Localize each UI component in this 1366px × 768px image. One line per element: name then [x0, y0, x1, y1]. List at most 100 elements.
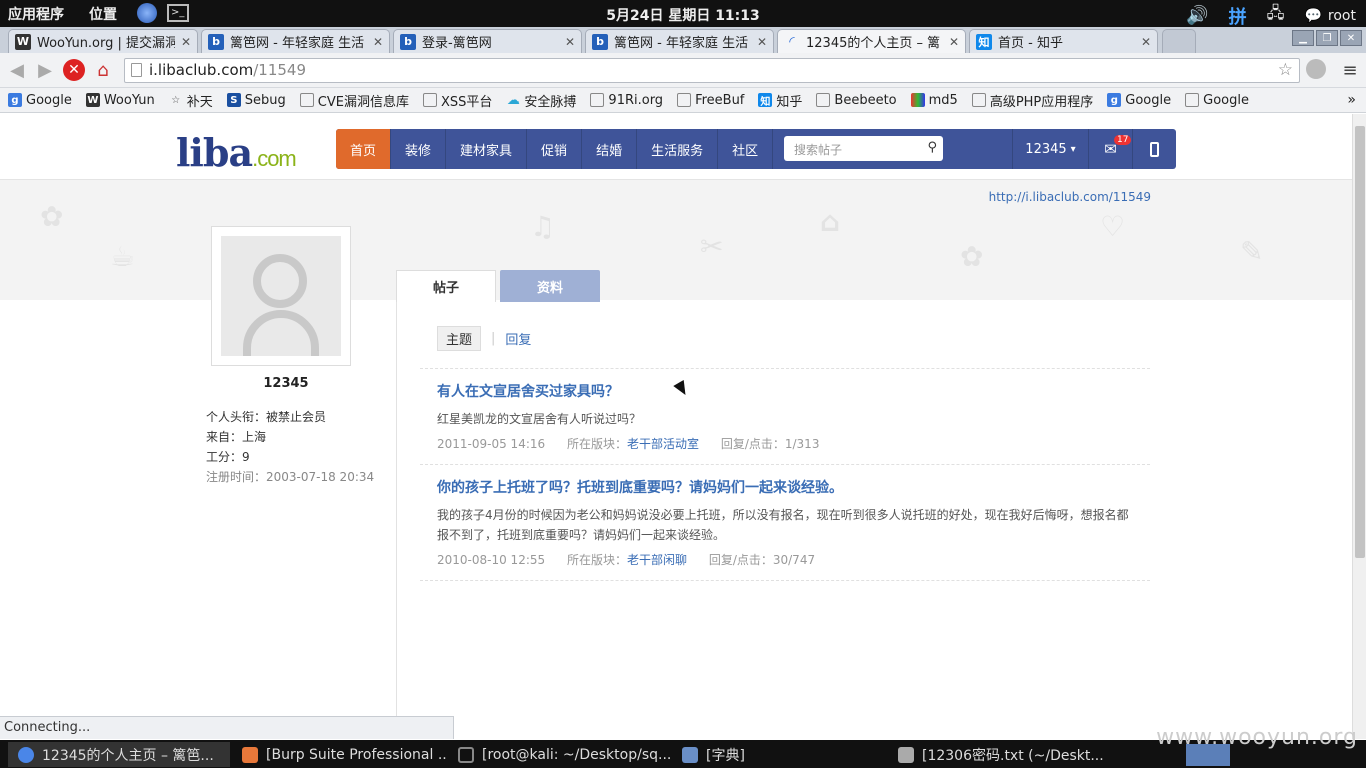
nav-decoration[interactable]: 装修: [391, 129, 447, 169]
web-page: liba.com 首页 装修 建材家具 促销 结婚 生活服务 社区 搜索帖子 ⚲…: [0, 114, 1352, 739]
bookmark-freebuf[interactable]: FreeBuf: [677, 93, 744, 108]
bookmark-beebeeto[interactable]: Beebeeto: [816, 93, 897, 108]
ime-indicator[interactable]: 拼: [1229, 3, 1247, 29]
more-bookmarks-icon[interactable]: »: [1347, 92, 1356, 108]
close-icon[interactable]: ✕: [1141, 35, 1151, 49]
bookmark-secpulse[interactable]: ☁ 安全脉搏: [506, 91, 577, 110]
extension-icon[interactable]: [1306, 59, 1326, 79]
banner-pattern: ☕: [110, 240, 136, 273]
star-icon[interactable]: ☆: [1278, 60, 1293, 80]
liba-icon: b: [400, 33, 416, 50]
bookmark-google-2[interactable]: g Google: [1107, 93, 1171, 108]
bookmark-label: 补天: [186, 94, 213, 110]
task-burp[interactable]: [Burp Suite Professional ...: [232, 742, 446, 767]
text-editor-icon: [898, 746, 914, 763]
forward-icon[interactable]: ▶: [34, 59, 56, 81]
browser-tab-liba-2[interactable]: b 篱笆网 - 年轻家庭 生活 ✕: [585, 29, 774, 53]
tab-title: 12345的个人主页 – 篱: [806, 36, 941, 51]
bookmark-md5[interactable]: md5: [910, 93, 958, 108]
browser-status: Connecting...: [0, 716, 454, 739]
bookmark-sebug[interactable]: S Sebug: [226, 93, 286, 108]
nav-promotion[interactable]: 促销: [527, 129, 583, 169]
post-subtabs: 主题 | 回复: [437, 326, 531, 351]
task-terminal[interactable]: [root@kali: ~/Desktop/sq...: [448, 742, 670, 767]
back-icon[interactable]: ◀: [6, 59, 28, 81]
user-dropdown[interactable]: 12345 ▾: [1012, 129, 1088, 169]
close-icon[interactable]: ✕: [373, 35, 383, 49]
close-window-icon[interactable]: ✕: [1340, 30, 1362, 46]
bookmark-label: WooYun: [103, 92, 155, 108]
task-label: [12306密码.txt (~/Deskt...: [922, 747, 1104, 764]
subtab-topics[interactable]: 主题: [437, 326, 482, 351]
post-title-link[interactable]: 有人在文宣居舍买过家具吗？: [437, 381, 1133, 401]
site-logo[interactable]: liba.com: [176, 130, 297, 175]
nav-materials[interactable]: 建材家具: [446, 129, 528, 169]
browser-tab-liba-1[interactable]: b 篱笆网 - 年轻家庭 生活 ✕: [201, 29, 390, 53]
bookmark-91ri[interactable]: 91Ri.org: [590, 93, 663, 108]
user-menu[interactable]: 💬 root: [1304, 8, 1356, 24]
scrollbar-thumb[interactable]: [1355, 126, 1365, 558]
bookmark-label: 安全脉搏: [524, 94, 577, 110]
tab-posts[interactable]: 帖子: [396, 270, 496, 302]
post-board-link[interactable]: 老干部闲聊: [627, 553, 687, 567]
bookmark-cve[interactable]: CVE漏洞信息库: [299, 91, 409, 110]
bookmark-xss[interactable]: XSS平台: [422, 91, 492, 110]
close-icon[interactable]: ✕: [565, 35, 575, 49]
cloud-icon: ☁: [506, 92, 520, 108]
bookmark-php[interactable]: 高级PHP应用程序: [971, 91, 1093, 110]
browser-tab-wooyun[interactable]: W WooYun.org | 提交漏洞 ✕: [8, 29, 198, 53]
task-browser[interactable]: 12345的个人主页 – 篱笆...: [8, 742, 230, 767]
bookmark-google[interactable]: g Google: [8, 93, 72, 108]
bookmark-google-3[interactable]: Google: [1185, 93, 1249, 108]
menu-icon[interactable]: ≡: [1339, 59, 1361, 81]
close-icon[interactable]: ✕: [949, 35, 959, 49]
page-icon: [131, 63, 142, 77]
new-tab-button[interactable]: [1162, 29, 1196, 53]
nav-community[interactable]: 社区: [718, 129, 774, 169]
post-title-link[interactable]: 你的孩子上托班了吗？托班到底重要吗？请妈妈们一起来谈经验。: [437, 477, 1133, 497]
mail-button[interactable]: ✉ 17: [1088, 129, 1132, 169]
avatar: [211, 226, 351, 366]
bookmark-wooyun[interactable]: W WooYun: [85, 92, 155, 108]
wooyun-icon: W: [85, 93, 100, 107]
close-icon[interactable]: ✕: [181, 35, 191, 49]
network-icon[interactable]: 🖧: [1267, 2, 1285, 29]
browser-tab-liba-login[interactable]: b 登录-篱笆网 ✕: [393, 29, 582, 53]
browser-tab-profile[interactable]: ◜ 12345的个人主页 – 篱 ✕: [777, 29, 966, 53]
task-label: [Burp Suite Professional ...: [266, 746, 446, 763]
search-icon[interactable]: ⚲: [927, 140, 937, 155]
home-icon[interactable]: ⌂: [92, 59, 114, 81]
banner-pattern: ✂: [700, 230, 724, 263]
profile-banner: ✿ ☕ ♫ ✂ ⌂ ✿ ♡ ✎ http://i.libaclub.com/11…: [0, 180, 1352, 300]
maximize-icon[interactable]: ❐: [1316, 30, 1338, 46]
page-scrollbar[interactable]: [1352, 114, 1366, 739]
task-folder[interactable]: [字典]: [672, 742, 886, 767]
tab-title: WooYun.org | 提交漏洞: [37, 36, 175, 51]
stop-icon[interactable]: ✕: [63, 59, 85, 81]
search-input[interactable]: 搜索帖子 ⚲: [784, 136, 943, 161]
bookmark-zhihu[interactable]: 知知乎: [758, 91, 802, 110]
post-stats: 回复/点击：30/747: [708, 553, 816, 567]
address-bar[interactable]: i.libaclub.com/11549 ☆: [124, 58, 1300, 83]
bookmark-label: Google: [26, 92, 72, 108]
mobile-button[interactable]: [1132, 129, 1176, 169]
page-icon: [299, 93, 314, 107]
bookmark-label: Google: [1125, 92, 1172, 108]
minimize-icon[interactable]: ▁: [1292, 30, 1314, 46]
task-editor[interactable]: [12306密码.txt (~/Deskt...: [888, 742, 1110, 767]
profile-url-link[interactable]: http://i.libaclub.com/11549: [0, 190, 1352, 204]
nav-home[interactable]: 首页: [336, 129, 392, 169]
close-icon[interactable]: ✕: [757, 35, 767, 49]
nav-wedding[interactable]: 结婚: [582, 129, 638, 169]
subtab-replies[interactable]: 回复: [505, 329, 531, 348]
nav-services[interactable]: 生活服务: [637, 129, 719, 169]
clock[interactable]: 5月24日 星期日 11:13: [0, 5, 1366, 25]
url-host: i.libaclub.com: [149, 61, 254, 79]
volume-icon[interactable]: 🔊: [1186, 5, 1208, 26]
post-board-link[interactable]: 老干部活动室: [627, 437, 699, 451]
tab-info[interactable]: 资料: [500, 270, 600, 302]
bookmark-butian[interactable]: ☆ 补天: [169, 91, 213, 110]
board-label: 所在版块：: [566, 553, 627, 567]
browser-tab-zhihu[interactable]: 知 首页 - 知乎 ✕: [969, 29, 1158, 53]
logo-text: liba: [176, 130, 253, 175]
